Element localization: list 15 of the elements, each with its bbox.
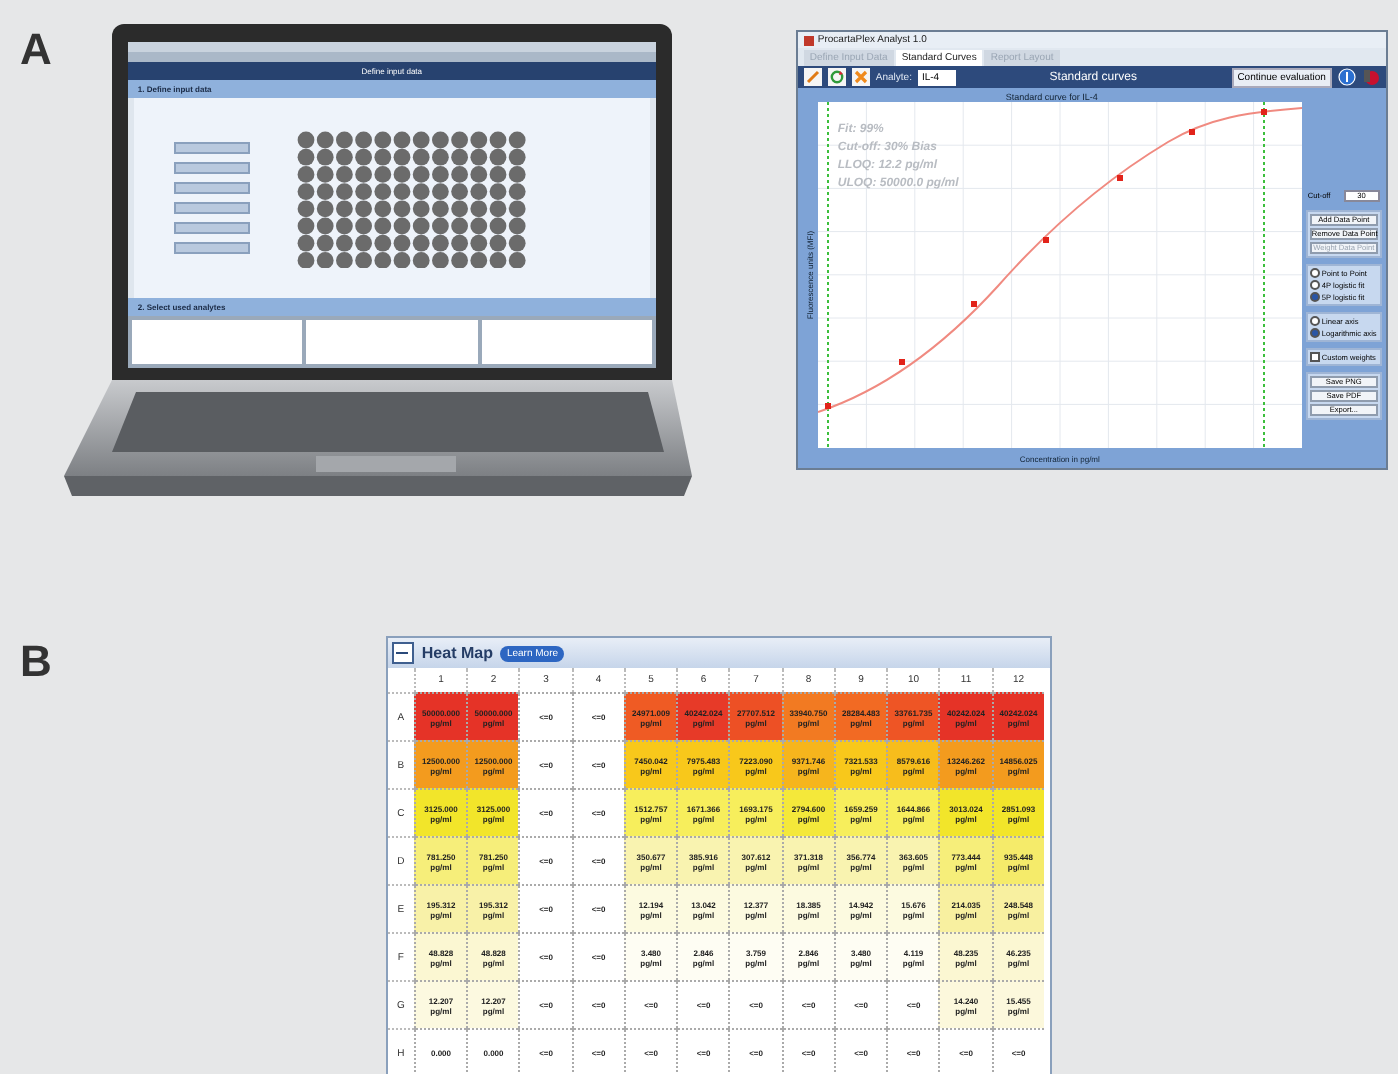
help-icon[interactable] [1337,68,1356,87]
collapse-button[interactable] [391,642,414,664]
radio-button[interactable] [1309,292,1320,302]
refresh-icon[interactable] [827,68,846,87]
radio-button[interactable] [1309,316,1320,326]
radio-button[interactable] [1309,280,1320,290]
close-icon[interactable] [851,68,870,87]
panel-title: Heat Map [421,644,493,662]
checkbox[interactable] [1309,352,1320,362]
radio-button[interactable] [1309,268,1320,278]
app-icon [803,35,814,46]
panel-label: A [20,24,52,74]
radio-button[interactable] [1309,328,1320,338]
panel-label: B [20,636,52,686]
pencil-icon[interactable] [803,68,822,87]
